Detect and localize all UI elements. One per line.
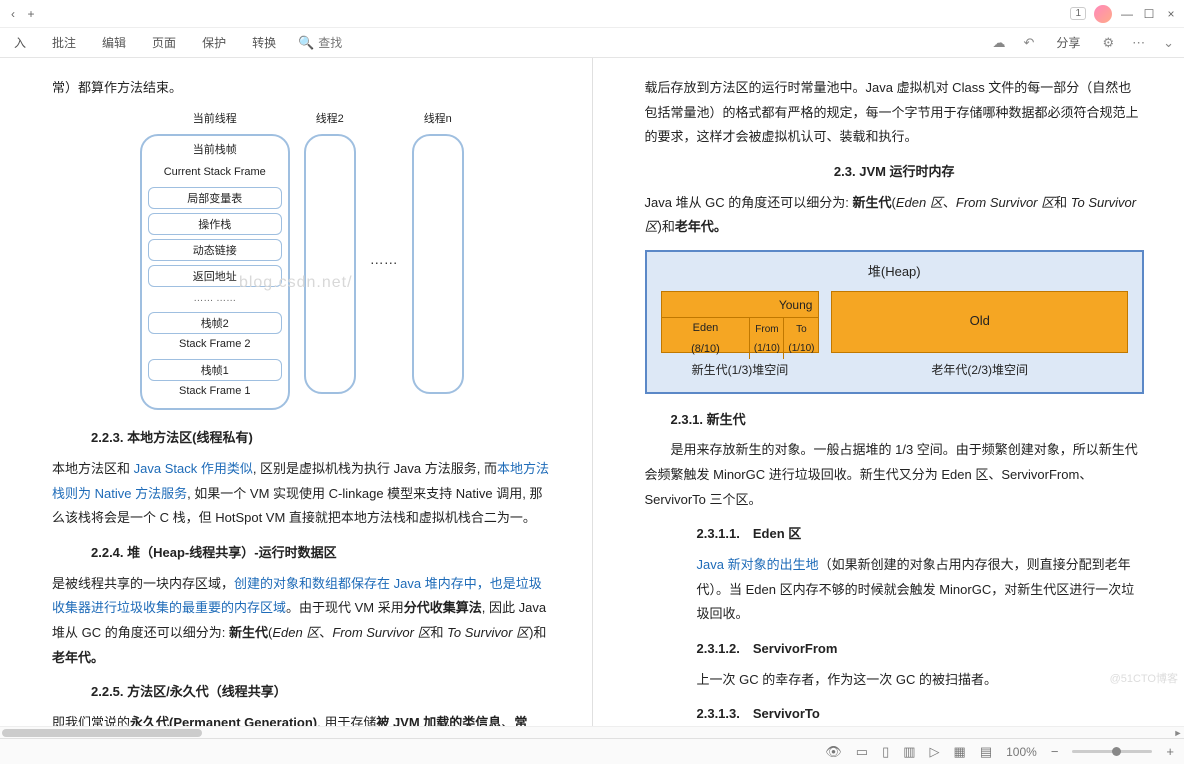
heading-23: 2.3. JVM 运行时内存 [645, 160, 1145, 185]
scroll-thumb[interactable] [2, 729, 202, 737]
search-icon: 🔍 [298, 35, 314, 51]
heading-231: 2.3.1. 新生代 [671, 408, 1145, 433]
zoom-knob[interactable] [1112, 747, 1121, 756]
frame-label: 栈帧2 [149, 313, 281, 335]
frame-label-en: Stack Frame 1 [148, 381, 282, 402]
stack-current: 当前栈帧 Current Stack Frame 局部变量表 操作栈 动态链接 … [140, 134, 290, 411]
body-text: 本地方法区和 Java Stack 作用类似, 区别是虚拟机栈为执行 Java … [52, 457, 552, 531]
more-icon[interactable]: ⋯ [1132, 35, 1145, 51]
scroll-right-icon[interactable]: ► [1172, 727, 1184, 739]
ellipsis: …… [370, 246, 398, 273]
from-region: From(1/10) [750, 318, 784, 360]
young-caption: 新生代(1/3)堆空间 [661, 359, 820, 382]
frame-box: 操作栈 [148, 213, 282, 235]
stack-header-en: Current Stack Frame [148, 162, 282, 183]
heading-223: 2.2.3. 本地方法区(线程私有) [91, 426, 552, 451]
stack-n [412, 134, 464, 394]
document-area: 💬 常）都算作方法结束。 当前线程 当前栈帧 Current Stack Fra… [0, 58, 1184, 726]
body-text: 上一次 GC 的幸存者，作为这一次 GC 的被扫描者。 [697, 668, 1145, 693]
close-button[interactable]: × [1164, 7, 1178, 21]
page-count-badge: 1 [1070, 7, 1086, 20]
body-text: Java 堆从 GC 的角度还可以细分为: 新生代(Eden 区、From Su… [645, 191, 1145, 240]
menu-edit[interactable]: 编辑 [98, 32, 130, 53]
frame-label: 栈帧1 [149, 360, 281, 382]
thread-label-2: 线程2 [316, 109, 344, 130]
search-input[interactable] [318, 36, 378, 50]
minimize-button[interactable]: — [1120, 7, 1134, 21]
to-region: To(1/10) [784, 318, 818, 360]
thread-label-n: 线程n [424, 109, 452, 130]
young-gen: Young Eden(8/10) From(1/10) To(1/10) [661, 291, 820, 353]
zoom-slider[interactable] [1072, 750, 1152, 753]
layout-icon[interactable]: ▤ [980, 744, 992, 760]
frame-sep: …… …… [148, 289, 282, 308]
back-icon[interactable]: ‹ [6, 7, 20, 21]
heap-title: 堆(Heap) [661, 260, 1129, 285]
maximize-button[interactable]: ☐ [1142, 7, 1156, 21]
fit-page-icon[interactable]: ▯ [882, 744, 889, 760]
old-caption: 老年代(2/3)堆空间 [831, 359, 1128, 382]
thread-diagram: 当前线程 当前栈帧 Current Stack Frame 局部变量表 操作栈 … [52, 109, 552, 410]
heading-2311: 2.3.1.1. Eden 区 [697, 522, 1145, 547]
expand-chevron-icon[interactable]: ⌄ [1163, 35, 1174, 51]
frame-box: 动态链接 [148, 239, 282, 261]
body-text: 是用来存放新生的对象。一般占据堆的 1/3 空间。由于频繁创建对象，所以新生代会… [645, 438, 1145, 512]
heading-2313: 2.3.1.3. ServivorTo [697, 702, 1145, 726]
thumbnail-icon[interactable]: ▦ [954, 744, 966, 760]
frame-box: 栈帧2 [148, 312, 282, 334]
zoom-in-button[interactable]: + [1166, 744, 1174, 759]
zoom-value: 100% [1006, 745, 1037, 759]
frame-box: 局部变量表 [148, 187, 282, 209]
stack-header: 当前栈帧 [148, 140, 282, 161]
new-tab-icon[interactable]: + [24, 7, 38, 21]
body-text: 即我们常说的永久代(Permanent Generation), 用于存储被 J… [52, 711, 552, 726]
eden-region: Eden(8/10) [662, 318, 751, 360]
body-text: Java 新对象的出生地（如果新创建的对象占用内存很大，则直接分配到老年代）。当… [697, 553, 1145, 627]
fit-width-icon[interactable]: ▭ [856, 744, 868, 760]
titlebar: ‹ + 1 — ☐ × [0, 0, 1184, 28]
horizontal-scrollbar[interactable]: ◄ ► [0, 726, 1184, 738]
stack-2 [304, 134, 356, 394]
heading-2312: 2.3.1.2. ServivorFrom [697, 637, 1145, 662]
play-icon[interactable]: ▷ [930, 744, 940, 760]
menu-protect[interactable]: 保护 [198, 32, 230, 53]
cloud-icon[interactable]: ☁ [993, 35, 1006, 51]
heading-225: 2.2.5. 方法区/永久代（线程共享） [91, 680, 552, 705]
zoom-out-button[interactable]: − [1051, 744, 1059, 759]
heading-224: 2.2.4. 堆（Heap-线程共享）-运行时数据区 [91, 541, 552, 566]
two-page-icon[interactable]: ▥ [903, 744, 915, 760]
frame-label-en: Stack Frame 2 [148, 334, 282, 355]
menu-convert[interactable]: 转换 [248, 32, 280, 53]
menu-page[interactable]: 页面 [148, 32, 180, 53]
body-text: 载后存放到方法区的运行时常量池中。Java 虚拟机对 Class 文件的每一部分… [645, 76, 1145, 150]
share-button[interactable]: 分享 [1052, 32, 1084, 53]
young-label: Young [662, 292, 819, 318]
body-text: 是被线程共享的一块内存区域，创建的对象和数组都保存在 Java 堆内存中，也是垃… [52, 572, 552, 671]
heap-diagram: 堆(Heap) Young Eden(8/10) From(1/10) To(1… [645, 250, 1145, 393]
frame-box: 栈帧1 [148, 359, 282, 381]
corner-watermark: @51CTO博客 [1110, 670, 1178, 686]
page-left: 常）都算作方法结束。 当前线程 当前栈帧 Current Stack Frame… [0, 58, 592, 726]
old-gen: Old [831, 291, 1128, 353]
menu-annotate[interactable]: 批注 [48, 32, 80, 53]
body-text: 常）都算作方法结束。 [52, 76, 552, 101]
search-box[interactable]: 🔍 [298, 35, 378, 51]
avatar[interactable] [1094, 5, 1112, 23]
undo-icon[interactable]: ↶ [1024, 35, 1035, 51]
view-eye-icon[interactable]: 👁 [825, 744, 842, 760]
settings-icon[interactable]: ⚙ [1102, 35, 1114, 51]
menu-insert[interactable]: 入 [10, 32, 30, 53]
statusbar: 👁 ▭ ▯ ▥ ▷ ▦ ▤ 100% − + [0, 738, 1184, 764]
toolbar: 入 批注 编辑 页面 保护 转换 🔍 ☁ ↶ 分享 ⚙ ⋯ ⌄ [0, 28, 1184, 58]
frame-box: 返回地址 [148, 265, 282, 287]
page-right: 载后存放到方法区的运行时常量池中。Java 虚拟机对 Class 文件的每一部分… [592, 58, 1184, 726]
thread-label-current: 当前线程 [193, 109, 237, 130]
